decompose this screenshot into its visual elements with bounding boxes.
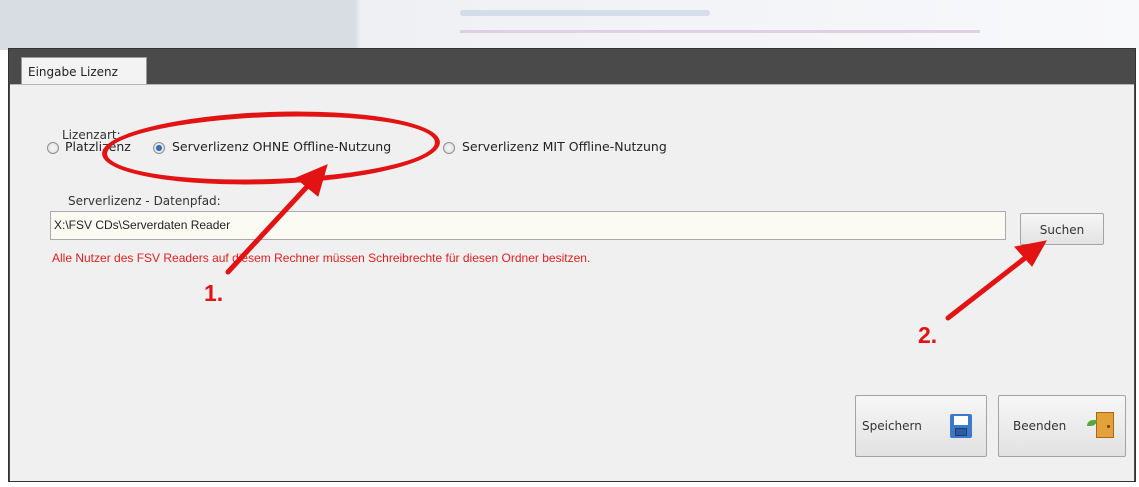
arrow-1-shaft [225,174,319,275]
arrow-2-shaft [945,248,1037,321]
annotation-arrows [225,164,1047,321]
annotation-step-1: 1. [204,280,224,306]
annotation-step-2: 2. [918,322,938,348]
